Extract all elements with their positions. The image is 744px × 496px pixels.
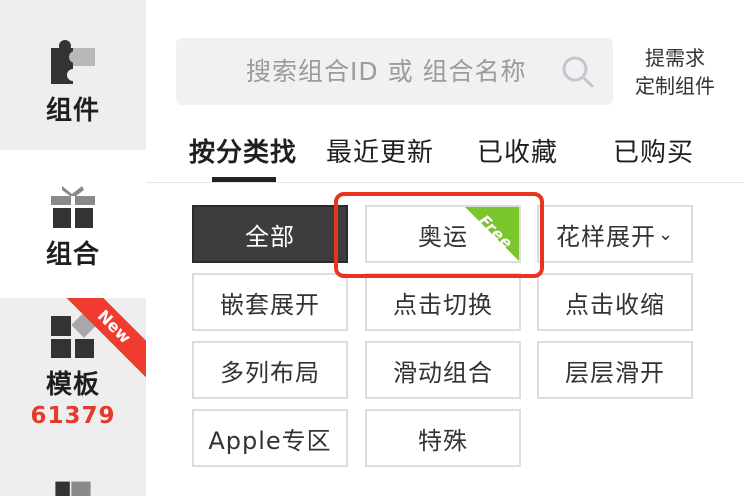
filter-special[interactable]: 特殊	[365, 409, 521, 467]
filter-label: 特殊	[418, 426, 468, 455]
filter-fancy-expand-dropdown[interactable]: 花样展开 ⌄	[537, 205, 693, 263]
filter-label: 滑动组合	[393, 358, 493, 387]
filter-label: 点击切换	[393, 290, 493, 319]
sidebar: 组件 组合 New 模板 61379	[0, 0, 146, 496]
template-count: 61379	[30, 403, 116, 429]
tab-by-category[interactable]: 按分类找	[189, 132, 297, 169]
search-input[interactable]	[176, 38, 556, 105]
tab-purchased[interactable]: 已购买	[613, 132, 694, 169]
filter-label: Apple专区	[208, 426, 332, 455]
tab-bar: 按分类找 最近更新 已收藏 已购买	[146, 120, 744, 182]
request-line-1: 提需求	[645, 46, 705, 70]
filter-layered-slide[interactable]: 层层滑开	[537, 341, 693, 399]
filter-slide-combo[interactable]: 滑动组合	[365, 341, 521, 399]
filter-label: 嵌套展开	[220, 290, 320, 319]
sidebar-item-components[interactable]: 组件	[0, 0, 146, 150]
filter-apple-zone[interactable]: Apple专区	[192, 409, 348, 467]
request-custom-component-link[interactable]: 提需求 定制组件	[620, 44, 730, 100]
gift-icon	[51, 186, 95, 228]
filter-label: 层层滑开	[565, 358, 665, 387]
filter-label: 全部	[245, 222, 295, 251]
filter-label: 点击收缩	[565, 290, 665, 319]
search-box	[176, 38, 613, 105]
sidebar-item-label: 组件	[45, 96, 100, 126]
divider	[146, 182, 744, 183]
tab-recent-updates[interactable]: 最近更新	[326, 132, 434, 169]
chevron-down-icon: ⌄	[657, 223, 675, 245]
search-icon[interactable]	[561, 55, 595, 89]
filter-nested-expand[interactable]: 嵌套展开	[192, 273, 348, 331]
sidebar-item-combos[interactable]: 组合	[0, 150, 146, 298]
filter-click-switch[interactable]: 点击切换	[365, 273, 521, 331]
filter-all[interactable]: 全部	[192, 205, 348, 263]
sidebar-item-templates[interactable]: New 模板 61379	[0, 298, 146, 448]
tab-favorites[interactable]: 已收藏	[477, 132, 558, 169]
sidebar-item-more[interactable]	[0, 448, 146, 496]
filter-label: 花样展开	[555, 222, 656, 251]
puzzle-icon	[51, 40, 95, 84]
filter-label: 多列布局	[220, 358, 320, 387]
highlight-box	[334, 192, 544, 278]
filter-multi-column[interactable]: 多列布局	[192, 341, 348, 399]
filter-click-collapse[interactable]: 点击收缩	[537, 273, 693, 331]
folder-icon	[55, 481, 91, 496]
sidebar-item-label: 模板	[45, 370, 100, 400]
sidebar-item-label: 组合	[45, 240, 100, 270]
request-line-2: 定制组件	[635, 74, 715, 98]
